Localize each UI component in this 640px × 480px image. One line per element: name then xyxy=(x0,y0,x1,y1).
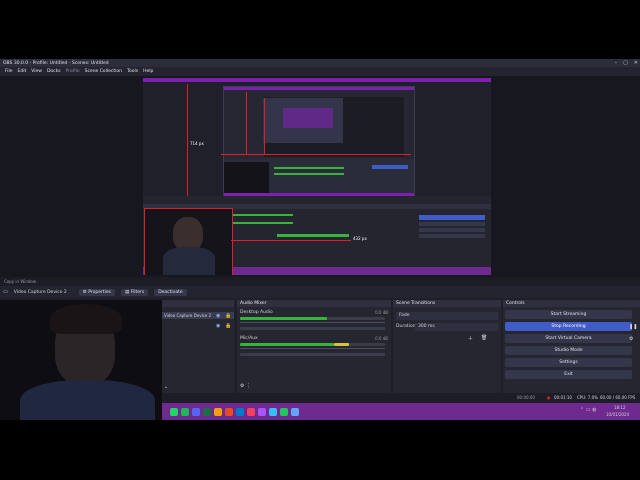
controls-title: Controls xyxy=(503,300,640,307)
spotify-icon[interactable] xyxy=(181,407,189,416)
context-bar: Copy in Window xyxy=(0,277,640,286)
channel-desktop-audio: Desktop Audio xyxy=(240,310,273,315)
obs-icon[interactable] xyxy=(247,407,255,416)
discord-icon[interactable] xyxy=(192,407,200,416)
studio-mode-button[interactable]: Studio Mode xyxy=(505,346,632,355)
close-icon[interactable]: ✕ xyxy=(634,60,638,66)
maximize-icon[interactable]: ▢ xyxy=(623,60,628,66)
browser-icon[interactable] xyxy=(280,407,288,416)
filters-button[interactable]: ▤ Filters xyxy=(121,288,149,296)
notepad-icon[interactable] xyxy=(291,407,299,416)
menu-docks[interactable]: Docks xyxy=(47,69,61,74)
trash-icon[interactable]: 🗑 xyxy=(481,335,487,341)
recording-icon: ● xyxy=(547,395,551,400)
audio-mixer-dock: Audio Mixer Desktop Audio 0.0 dB Mic/Aux… xyxy=(237,300,391,393)
clock-time: 18:12 xyxy=(614,405,626,410)
source-toolbar: ▭ Video Capture Device 2 ⚙ Properties ▤ … xyxy=(0,286,640,298)
duration-input[interactable]: 300 ms xyxy=(415,323,498,331)
mic-aux-slider[interactable] xyxy=(240,353,385,356)
clock-date: 10/01/2024 xyxy=(606,412,630,417)
chevron-down-icon[interactable]: ⌄ xyxy=(164,384,168,390)
explorer-icon[interactable] xyxy=(214,407,222,416)
height-marker: 714 px xyxy=(190,141,204,146)
duration-label: Duration xyxy=(396,324,416,329)
menu-tools[interactable]: Tools xyxy=(127,69,138,74)
menu-scene-collection[interactable]: Scene Collection xyxy=(85,69,122,74)
menu-file[interactable]: File xyxy=(5,69,13,74)
chrome-icon[interactable] xyxy=(225,407,233,416)
gear-icon[interactable]: ⚙ xyxy=(629,336,633,342)
eye-icon[interactable]: ◉ xyxy=(216,313,220,319)
excel-icon[interactable] xyxy=(203,407,211,416)
cpu-usage: CPU: 7.0% xyxy=(577,395,598,400)
audio-mixer-title: Audio Mixer xyxy=(237,300,391,307)
controls-dock: Controls Start Streaming Stop Recording … xyxy=(503,300,640,393)
properties-button[interactable]: ⚙ Properties xyxy=(78,288,115,296)
lock-icon[interactable]: 🔒 xyxy=(225,313,231,319)
start-streaming-button[interactable]: Start Streaming xyxy=(505,310,632,319)
add-transition-icon[interactable]: ＋ xyxy=(468,335,473,342)
preview-canvas[interactable]: 714 px 432 px xyxy=(143,78,491,275)
transitions-title: Scene Transitions xyxy=(393,300,501,307)
tray-icons[interactable]: ⌃ ▭ ◍ xyxy=(580,407,596,413)
desktop-audio-meter xyxy=(240,317,327,320)
stop-recording-button[interactable]: Stop Recording xyxy=(505,322,632,331)
title-bar: OBS 30.0.0 - Profile: Untitled - Scenes:… xyxy=(0,59,640,67)
menu-profile[interactable]: Profile xyxy=(66,69,80,74)
rec-time: 00:01:10 xyxy=(554,395,572,400)
eye-icon-2[interactable]: ◉ xyxy=(216,323,220,329)
settings-button[interactable]: Settings xyxy=(505,358,632,367)
vscode-icon[interactable] xyxy=(236,407,244,416)
minimize-icon[interactable]: – xyxy=(615,60,618,66)
mic-aux-meter xyxy=(240,343,334,346)
channel-mic-aux: Mic/Aux xyxy=(240,336,258,341)
mic-aux-db: 0.0 dB xyxy=(375,336,388,341)
desktop-audio-slider[interactable] xyxy=(240,327,385,330)
webcam-overlay xyxy=(0,300,162,420)
width-marker: 432 px xyxy=(353,236,367,241)
whatsapp-icon[interactable] xyxy=(170,407,178,416)
height-guide xyxy=(187,84,188,204)
pause-icon[interactable]: ❚❚ xyxy=(629,324,637,330)
selected-source-box[interactable] xyxy=(144,208,233,275)
menu-help[interactable]: Help xyxy=(143,69,153,74)
context-source-label: Copy in Window xyxy=(4,279,37,284)
transition-select[interactable]: Fade xyxy=(396,312,498,320)
scene-transitions-dock: Scene Transitions Fade Duration 300 ms ＋… xyxy=(393,300,501,393)
store-icon[interactable] xyxy=(269,407,277,416)
camera-icon: ▭ xyxy=(3,289,8,295)
desktop-audio-db: 0.0 dB xyxy=(375,310,388,315)
menu-view[interactable]: View xyxy=(31,69,42,74)
sources-dock: Video Capture Device 2 ◉ 🔒 ◉ 🔒 ⌄ xyxy=(162,300,234,393)
nested-titlebar xyxy=(143,78,491,82)
menu-bar: File Edit View Docks Profile Scene Colle… xyxy=(0,67,640,76)
window-title: OBS 30.0.0 - Profile: Untitled - Scenes:… xyxy=(3,60,109,66)
live-time: 00:00:00 xyxy=(517,395,535,400)
source-name: Video Capture Device 2 xyxy=(13,289,67,295)
lock-icon-2[interactable]: 🔒 xyxy=(225,323,231,329)
person-shoulders xyxy=(20,380,155,420)
gear-icon[interactable]: ⚙ ⋮ xyxy=(240,383,251,389)
menu-edit[interactable]: Edit xyxy=(18,69,27,74)
person-hair xyxy=(50,304,122,334)
source-item[interactable]: Video Capture Device 2 xyxy=(162,312,234,319)
deactivate-button[interactable]: Deactivate xyxy=(154,288,187,296)
start-virtual-camera-button[interactable]: Start Virtual Camera xyxy=(505,334,632,343)
app-icon[interactable] xyxy=(258,407,266,416)
exit-button[interactable]: Exit xyxy=(505,370,632,379)
fps-counter: 60.00 / 60.00 FPS xyxy=(600,395,636,400)
